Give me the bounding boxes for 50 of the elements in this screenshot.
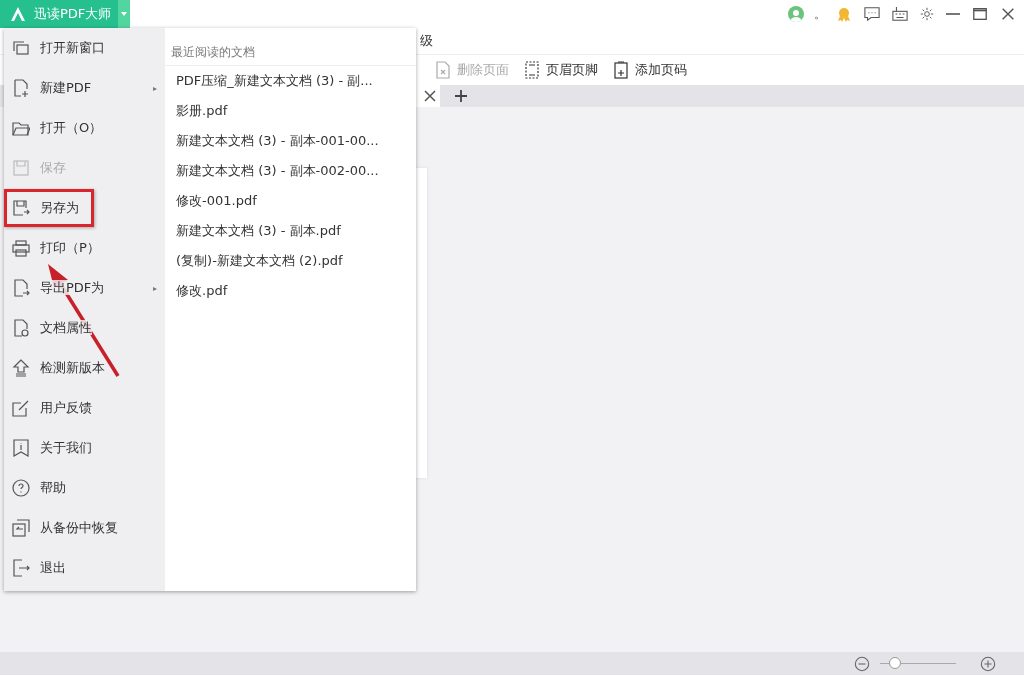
- toolbar-button[interactable]: 添加页码: [612, 61, 687, 79]
- recent-file[interactable]: PDF压缩_新建文本文档 (3) - 副...: [165, 66, 416, 96]
- user-name: 。: [814, 5, 826, 23]
- recent-file[interactable]: 新建文本文档 (3) - 副本.pdf: [165, 216, 416, 246]
- recent-file[interactable]: 新建文本文档 (3) - 副本-001-00...: [165, 126, 416, 156]
- recent-file[interactable]: 修改.pdf: [165, 276, 416, 306]
- caret-icon: [121, 12, 127, 16]
- recent-file[interactable]: 新建文本文档 (3) - 副本-002-00...: [165, 156, 416, 186]
- upgrade-icon: [12, 359, 30, 377]
- export-file-icon: [12, 279, 30, 297]
- menu-item[interactable]: 打开新窗口: [4, 28, 165, 68]
- folder-icon: [12, 119, 30, 137]
- menu-item[interactable]: 新建PDF ▸: [4, 68, 165, 108]
- exit-icon: [12, 559, 30, 577]
- zoom-in-icon: [980, 655, 996, 672]
- add-page-number-icon: [612, 61, 630, 79]
- toolbar-button[interactable]: 页眉页脚: [523, 61, 598, 79]
- menu-item[interactable]: 用户反馈: [4, 388, 165, 428]
- new-file-icon: [12, 79, 30, 97]
- restore-icon: [12, 519, 30, 537]
- zoom-out-icon: [854, 655, 870, 672]
- menu-item[interactable]: 退出: [4, 548, 165, 588]
- menu-item[interactable]: 另存为: [4, 188, 165, 228]
- zoom-slider-thumb[interactable]: [889, 657, 902, 669]
- menu-item[interactable]: 帮助: [4, 468, 165, 508]
- add-tab-icon[interactable]: [454, 89, 468, 103]
- menu-item[interactable]: 打开（O）: [4, 108, 165, 148]
- delete-page-icon: [434, 61, 452, 79]
- header-footer-icon: [523, 61, 541, 79]
- save-as-icon: [12, 199, 30, 217]
- bookmark-info-icon: [12, 439, 30, 457]
- recent-heading: 最近阅读的文档: [165, 28, 416, 66]
- menu-item[interactable]: 导出PDF为 ▸: [4, 268, 165, 308]
- edit-icon: [12, 399, 30, 417]
- menu-item[interactable]: 文档属性: [4, 308, 165, 348]
- recent-file[interactable]: 影册.pdf: [165, 96, 416, 126]
- minimize-icon[interactable]: [944, 11, 962, 17]
- menu-item[interactable]: 检测新版本: [4, 348, 165, 388]
- document-info-icon: [12, 319, 30, 337]
- logo-icon: [10, 7, 26, 21]
- menu-item[interactable]: 打印（P）: [4, 228, 165, 268]
- menu-item[interactable]: 关于我们: [4, 428, 165, 468]
- menu-tab[interactable]: 级: [420, 33, 433, 48]
- close-icon[interactable]: [424, 90, 436, 102]
- recent-file[interactable]: (复制)-新建文本文档 (2).pdf: [165, 246, 416, 276]
- menu-item[interactable]: 从备份中恢复: [4, 508, 165, 548]
- help-icon: [12, 479, 30, 497]
- windows-icon: [12, 39, 30, 57]
- printer-icon: [12, 239, 30, 257]
- recent-file[interactable]: 修改-001.pdf: [165, 186, 416, 216]
